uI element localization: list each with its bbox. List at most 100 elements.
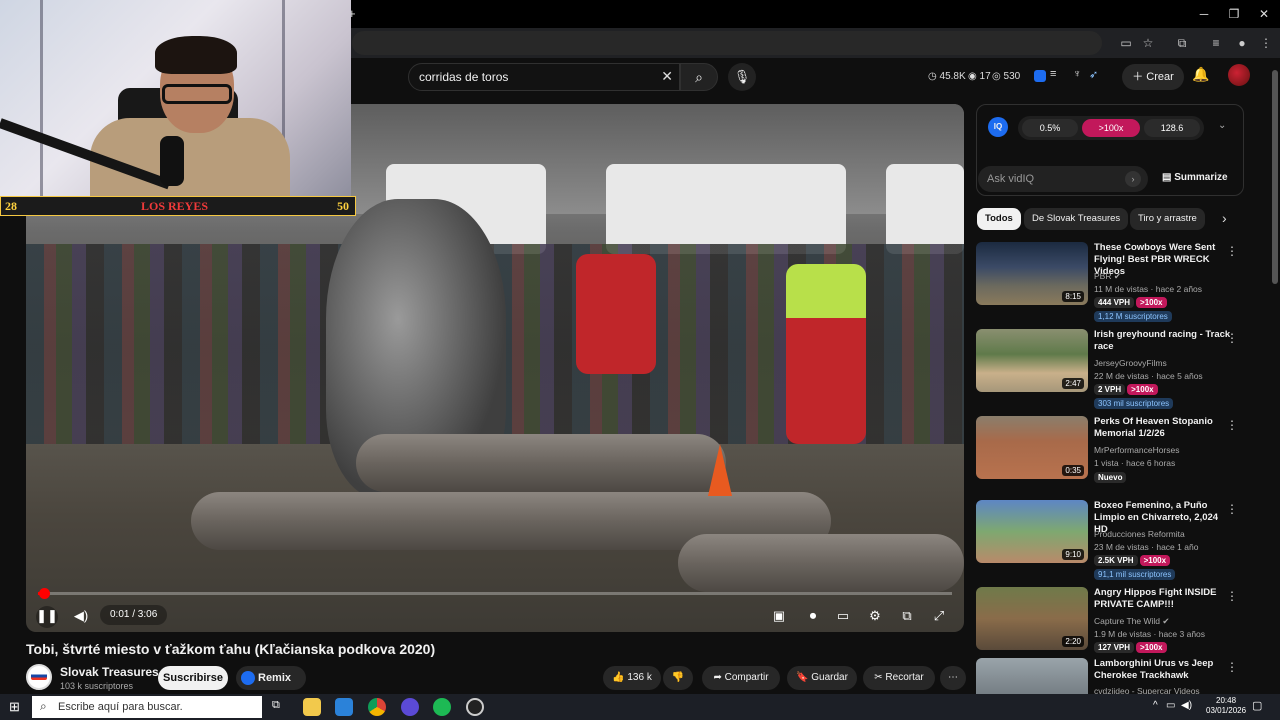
autoplay-icon: ⏺	[809, 608, 817, 623]
more-options-icon[interactable]: ⋮	[1226, 418, 1238, 432]
subs-row: 91,1 mil suscriptores	[1094, 569, 1176, 580]
bookmark-star-icon[interactable]: ☆	[1139, 34, 1157, 52]
trophy-icon[interactable]: ♆	[1073, 68, 1081, 80]
notification-center-icon[interactable]: ▢	[1252, 699, 1262, 712]
autoplay-toggle[interactable]: ⏺	[802, 606, 824, 626]
save-button[interactable]: 🔖 Guardar	[787, 666, 857, 690]
taskbar-clock[interactable]: 20:48 03/01/2026	[1206, 696, 1246, 716]
store-icon[interactable]	[335, 698, 353, 716]
cast-icon[interactable]: ▭	[1117, 34, 1135, 52]
rocket-icon[interactable]: ➶	[1089, 68, 1098, 81]
notifications-icon[interactable]: 🔔	[1192, 66, 1209, 83]
recommendation-thumbnail[interactable]: 9:10	[976, 500, 1088, 563]
search-box[interactable]: ✕	[408, 63, 680, 91]
recommendation-item[interactable]: Lamborghini Urus vs Jeep Cherokee Trackh…	[976, 658, 1246, 694]
more-options-icon[interactable]: ⋮	[1226, 331, 1238, 345]
vidiq-expand-icon[interactable]: ⌄	[1218, 120, 1226, 131]
chip-topic[interactable]: Tiro y arrastre	[1130, 208, 1205, 230]
dislike-button[interactable]: 👎	[663, 666, 693, 690]
browser-menu-icon[interactable]: ⋮	[1257, 34, 1275, 52]
clip-button[interactable]: ✂ Recortar	[863, 666, 935, 690]
voice-search-button[interactable]: 🎙	[728, 63, 756, 91]
spotify-icon[interactable]	[433, 698, 451, 716]
recommendation-title[interactable]: Perks Of Heaven Stopanio Memorial 1/2/26	[1094, 416, 1234, 440]
fullscreen-button[interactable]: ⤢	[928, 606, 950, 626]
ask-vidiq-input[interactable]: Ask vidIQ	[978, 166, 1148, 192]
tray-chevron-icon[interactable]: ^	[1153, 700, 1158, 711]
clear-search-icon[interactable]: ✕	[661, 68, 673, 85]
video-frame-log	[678, 534, 964, 592]
chrome-icon[interactable]	[368, 698, 386, 716]
recommendation-title[interactable]: Lamborghini Urus vs Jeep Cherokee Trackh…	[1094, 658, 1234, 682]
like-button[interactable]: 👍 136 k	[603, 666, 661, 690]
recommendation-meta: 1.9 M de vistas · hace 3 años	[1094, 629, 1206, 639]
recommendation-thumbnail[interactable]: 8:15	[976, 242, 1088, 305]
share-button[interactable]: ➦ Compartir	[702, 666, 780, 690]
recommendation-channel: MrPerformanceHorses	[1094, 445, 1180, 455]
channel-name[interactable]: Slovak Treasures	[60, 665, 159, 679]
file-explorer-icon[interactable]	[303, 698, 321, 716]
ask-submit-icon[interactable]: ›	[1125, 171, 1141, 187]
multiplier-badge: >100x	[1139, 555, 1171, 566]
more-options-icon[interactable]: ⋮	[1226, 660, 1238, 674]
network-icon[interactable]: ▭	[1166, 700, 1175, 711]
recommendation-meta: 22 M de vistas · hace 5 años	[1094, 371, 1203, 381]
scissors-icon: ✂	[874, 672, 886, 683]
vidiq-header-icon[interactable]	[1034, 70, 1046, 82]
recommendation-item[interactable]: 8:15 These Cowboys Were Sent Flying! Bes…	[976, 242, 1246, 322]
recommendation-item[interactable]: 9:10 Boxeo Femenino, a Puño Limpio en Ch…	[976, 500, 1246, 580]
chip-channel[interactable]: De Slovak Treasures	[1024, 208, 1129, 230]
page-scrollbar[interactable]	[1272, 70, 1278, 284]
more-options-icon[interactable]: ⋮	[1226, 244, 1238, 258]
vidiq-player-button[interactable]: ▣	[768, 606, 790, 626]
pause-button[interactable]: ❚❚	[36, 606, 58, 628]
search-button[interactable]: ⌕	[680, 63, 718, 91]
settings-button[interactable]: ⚙	[864, 606, 886, 626]
recommendation-channel: PBR ✔	[1094, 271, 1121, 281]
create-button[interactable]: ＋ Crear	[1122, 64, 1184, 90]
search-input[interactable]	[419, 70, 649, 84]
extensions-icon[interactable]: ⧉	[1173, 34, 1191, 52]
close-window-icon[interactable]: ✕	[1256, 6, 1272, 22]
minimize-icon[interactable]: ─	[1196, 6, 1212, 22]
recommendation-thumbnail[interactable]	[976, 658, 1088, 694]
progress-bar[interactable]	[38, 592, 952, 595]
task-view-icon[interactable]: ⧉	[272, 699, 280, 712]
account-avatar[interactable]	[1228, 64, 1250, 86]
recommendation-thumbnail[interactable]: 2:47	[976, 329, 1088, 392]
taskbar-search-input[interactable]: Escribe aquí para buscar.	[32, 696, 262, 718]
recommendation-thumbnail[interactable]: 0:35	[976, 416, 1088, 479]
windows-start-icon[interactable]: ⊞	[9, 699, 20, 715]
miniplayer-button[interactable]: ⧉	[896, 606, 918, 626]
recommendation-item[interactable]: 2:47 Irish greyhound racing - Track race…	[976, 329, 1246, 409]
recommendation-title[interactable]: Irish greyhound racing - Track race	[1094, 329, 1234, 353]
video-frame-cone	[708, 444, 732, 496]
speaker-icon[interactable]: ◀)	[1181, 700, 1192, 711]
summarize-button[interactable]: ▤ Summarize	[1162, 172, 1228, 183]
subs-row: 1,12 M suscriptores	[1094, 311, 1172, 322]
subs-badge: 303 mil suscriptores	[1094, 398, 1174, 409]
profile-icon[interactable]: ●	[1233, 34, 1251, 52]
obs-icon[interactable]	[401, 698, 419, 716]
media-icon[interactable]: ≡	[1207, 34, 1225, 52]
recommendation-thumbnail[interactable]: 2:20	[976, 587, 1088, 650]
more-options-icon[interactable]: ⋮	[1226, 589, 1238, 603]
list-icon[interactable]: ≡	[1050, 68, 1056, 80]
restore-icon[interactable]: ❐	[1226, 6, 1242, 22]
subtitles-button[interactable]: ▭	[832, 606, 854, 626]
steam-icon[interactable]	[466, 698, 484, 716]
channel-avatar[interactable]	[26, 664, 52, 690]
subtitles-icon: ▭	[836, 608, 850, 623]
subscribe-button[interactable]: Suscribirse	[158, 666, 228, 690]
remix-button[interactable]: Remix ⌄	[236, 666, 306, 707]
chip-all[interactable]: Todos	[977, 208, 1021, 230]
more-actions-button[interactable]: ⋯	[940, 666, 966, 690]
volume-button[interactable]: ◀)	[70, 606, 92, 626]
recommendation-item[interactable]: 0:35 Perks Of Heaven Stopanio Memorial 1…	[976, 416, 1246, 494]
recommendation-title[interactable]: Angry Hippos Fight INSIDE PRIVATE CAMP!!…	[1094, 587, 1234, 611]
address-bar[interactable]	[352, 31, 1102, 55]
chevron-right-icon[interactable]: ›	[1222, 210, 1227, 226]
stat-eye: ◎ 530	[992, 71, 1021, 82]
more-options-icon[interactable]: ⋮	[1226, 502, 1238, 516]
recommendation-item[interactable]: 2:20 Angry Hippos Fight INSIDE PRIVATE C…	[976, 587, 1246, 665]
